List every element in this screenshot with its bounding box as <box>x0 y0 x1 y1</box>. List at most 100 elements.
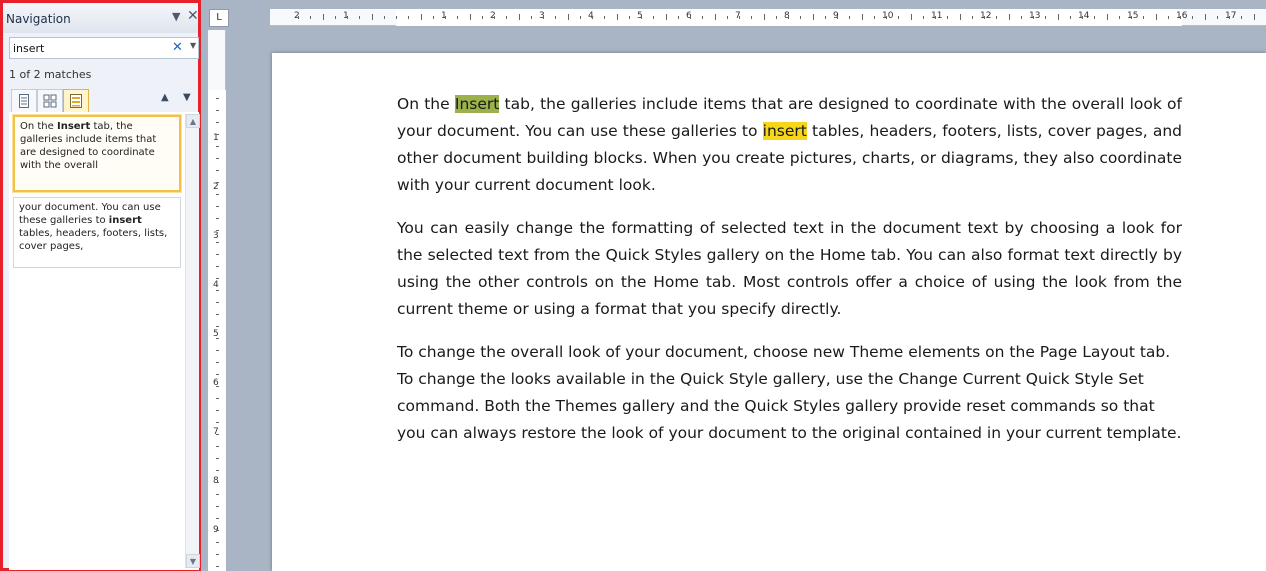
ruler-tick <box>567 14 569 20</box>
ruler-tick <box>216 362 219 363</box>
paragraph-3: To change the overall look of your docum… <box>397 343 1182 442</box>
results-scrollbar[interactable]: ▲ ▼ <box>185 114 200 568</box>
ruler-tick <box>1253 14 1255 20</box>
chevron-down-icon[interactable]: ▼ <box>172 10 180 23</box>
ruler-tick <box>298 16 299 19</box>
ruler-tick <box>445 16 446 19</box>
search-result-1[interactable]: On the Insert tab, the galleries include… <box>13 115 181 192</box>
ruler-tick <box>971 16 973 19</box>
ruler-tick <box>216 110 219 111</box>
ruler-tick <box>216 206 219 207</box>
result-match-text: Insert <box>56 121 91 132</box>
match-count: 1 of 2 matches <box>9 68 92 81</box>
ruler-tick <box>1180 16 1181 19</box>
ruler-tick <box>216 278 219 279</box>
ruler-tick <box>788 16 789 19</box>
ruler-tick <box>1131 16 1132 19</box>
navigation-pane: Navigation ▼ ✕ ✕ ▼ 1 of 2 matches ▲ ▼ On… <box>0 0 201 571</box>
ruler-tick <box>947 16 949 19</box>
ruler-tick <box>216 230 219 231</box>
text-run: On the <box>397 95 455 113</box>
headings-view-icon[interactable] <box>11 89 37 113</box>
search-result-2[interactable]: your document. You can use these galleri… <box>13 197 181 268</box>
ruler-tick <box>216 266 219 267</box>
ruler-tick <box>457 16 459 19</box>
ruler-tick <box>347 16 348 19</box>
ruler-tick <box>216 518 219 519</box>
ruler-number: 16 <box>1176 11 1188 21</box>
ruler-tick <box>216 458 219 459</box>
previous-result-icon[interactable]: ▲ <box>161 92 169 103</box>
ruler-tick <box>322 14 324 20</box>
ruler-tick <box>216 542 219 543</box>
ruler-tick <box>861 14 863 20</box>
ruler-tick <box>216 530 219 531</box>
scroll-down-icon[interactable]: ▼ <box>186 554 200 568</box>
ruler-tick <box>1241 16 1243 19</box>
ruler-tick <box>396 16 397 19</box>
ruler-tick <box>216 254 219 255</box>
ruler-tick <box>1167 16 1169 19</box>
ruler-number: 4 <box>213 280 219 290</box>
close-icon[interactable]: ✕ <box>187 8 199 24</box>
ruler-tick <box>310 16 312 19</box>
ruler-tick <box>775 16 777 19</box>
search-options-dropdown-icon[interactable]: ▼ <box>190 41 196 50</box>
ruler-tick <box>216 410 219 411</box>
next-result-icon[interactable]: ▼ <box>183 92 191 103</box>
ruler-tick <box>800 16 802 19</box>
paragraph-2: You can easily change the formatting of … <box>397 219 1182 318</box>
ruler-tick <box>1204 14 1206 20</box>
ruler-number: 7 <box>213 427 219 437</box>
ruler-tick <box>216 494 219 495</box>
ruler-tick <box>628 16 630 19</box>
horizontal-ruler[interactable]: 2 1 1 2 3 4 5 6 7 8 9 10 11 12 13 14 15 16 17 <box>270 9 1266 26</box>
ruler-tick <box>432 16 434 19</box>
ruler-tick <box>543 16 544 19</box>
ruler-tick <box>359 16 361 19</box>
ruler-tick <box>216 350 219 351</box>
ruler-tick <box>690 16 691 19</box>
ruler-tick <box>216 506 219 507</box>
ruler-tick <box>1020 16 1022 19</box>
scroll-up-icon[interactable]: ▲ <box>186 114 200 128</box>
ruler-tick <box>420 14 422 20</box>
ruler-tick <box>469 14 471 20</box>
ruler-tick <box>216 302 219 303</box>
tab-selector-button[interactable]: L <box>209 9 229 27</box>
ruler-tick <box>910 14 912 20</box>
ruler-tick <box>216 134 219 135</box>
ruler-tick <box>216 146 219 147</box>
document-body[interactable]: On the Insert tab, the galleries include… <box>397 91 1182 463</box>
ruler-tick <box>824 16 826 19</box>
clear-search-icon[interactable]: ✕ <box>172 40 183 55</box>
ruler-number: 12 <box>980 11 992 21</box>
document-page[interactable]: On the Insert tab, the galleries include… <box>272 53 1266 571</box>
ruler-tick <box>886 16 887 19</box>
ruler-tick <box>959 14 961 20</box>
pages-view-icon[interactable] <box>37 89 63 113</box>
ruler-tick <box>922 16 924 19</box>
ruler-tick <box>714 14 716 20</box>
result-text: On the <box>20 121 57 132</box>
ruler-number: 10 <box>882 11 894 21</box>
ruler-tick <box>216 98 219 99</box>
navigation-header: Navigation ▼ ✕ <box>3 3 199 33</box>
search-input[interactable] <box>13 40 163 56</box>
ruler-tick <box>371 14 373 20</box>
ruler-tick <box>216 398 219 399</box>
ruler-tick <box>216 218 219 219</box>
paragraph-1: On the Insert tab, the galleries include… <box>397 91 1182 199</box>
vertical-ruler[interactable]: 123456789 <box>208 30 226 571</box>
ruler-tick <box>216 122 219 123</box>
results-view-icon[interactable] <box>63 89 89 113</box>
search-results-list: On the Insert tab, the galleries include… <box>9 112 200 570</box>
ruler-tick <box>1082 16 1083 19</box>
ruler-number: 15 <box>1127 11 1139 21</box>
ruler-tick <box>216 194 219 195</box>
ruler-tick <box>739 16 740 19</box>
ruler-number: 11 <box>931 11 943 21</box>
ruler-tick <box>216 554 219 555</box>
ruler-tick <box>665 14 667 20</box>
ruler-tick <box>216 482 219 483</box>
